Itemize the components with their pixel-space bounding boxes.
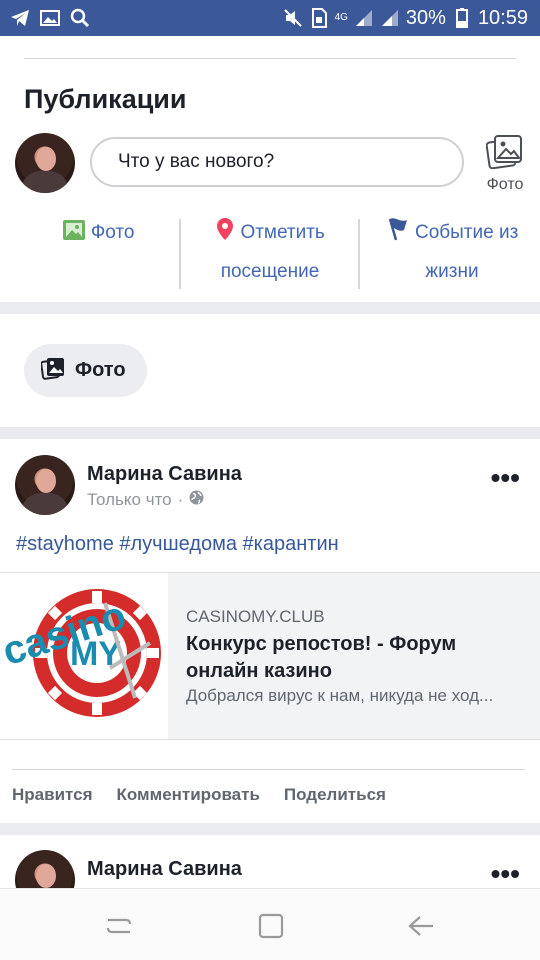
sim-icon: [309, 8, 329, 28]
avatar-face: [36, 864, 56, 888]
divider: [358, 219, 360, 289]
image-icon: [40, 8, 60, 28]
link-description: Добрался вирус к нам, никуда не ход...: [186, 686, 494, 705]
post-time[interactable]: Только что: [87, 490, 172, 510]
photo-upload-button[interactable]: Фото: [480, 133, 530, 194]
more-options-icon[interactable]: •••: [491, 462, 520, 494]
action-life-event-label-1: Событие из: [414, 222, 519, 243]
section-gap: [0, 427, 540, 439]
action-photo[interactable]: Фото: [48, 215, 148, 254]
avatar-face: [36, 469, 56, 493]
link-domain: CASINOMY.CLUB: [186, 607, 325, 626]
battery-icon: [452, 8, 472, 28]
post-author[interactable]: Марина Савина: [87, 463, 242, 486]
status-bar: 4G 30% 10:59: [0, 0, 540, 36]
composer-input[interactable]: Что у вас нового?: [90, 137, 464, 187]
casino-logo-image: MY casino: [0, 573, 168, 739]
photo-upload-label: Фото: [486, 176, 524, 193]
photo-chip[interactable]: Фото: [24, 344, 147, 397]
meta-separator: ·: [177, 490, 184, 509]
flag-icon: [386, 217, 410, 254]
divider: [24, 58, 516, 59]
home-icon[interactable]: [256, 911, 286, 941]
search-icon: [70, 8, 90, 28]
action-checkin-label-2: посещение: [220, 261, 320, 282]
globe-icon: [189, 490, 204, 510]
post-meta: Только что ·: [87, 490, 204, 510]
comment-button[interactable]: Комментировать: [117, 785, 260, 805]
photo-icon: [485, 135, 524, 173]
photo-icon: [40, 356, 65, 386]
mute-icon: [283, 8, 303, 28]
photo-icon: [62, 218, 86, 254]
link-preview-card[interactable]: MY casino CASINOMY.CLUB Конкурс репостов…: [0, 572, 540, 740]
post-text: #stayhome #лучшедома #карантин: [16, 533, 339, 555]
status-right-icons: 4G 30% 10:59: [283, 5, 528, 31]
section-gap: [0, 302, 540, 314]
divider: [179, 219, 181, 289]
like-button[interactable]: Нравится: [12, 785, 93, 805]
signal-icon-2: [380, 8, 400, 28]
avatar-scarf: [21, 171, 69, 193]
avatar[interactable]: [15, 133, 75, 193]
action-checkin[interactable]: Отметить посещение: [190, 215, 350, 290]
avatar-scarf: [21, 493, 69, 515]
back-icon[interactable]: [406, 911, 436, 941]
battery-percent: 30%: [405, 7, 446, 29]
network-type: 4G: [334, 12, 348, 23]
link-title: Конкурс репостов! - Форум онлайн казино: [186, 633, 457, 682]
avatar[interactable]: [15, 455, 75, 515]
divider: [12, 769, 525, 770]
signal-icon: [354, 8, 374, 28]
recent-apps-icon[interactable]: [104, 911, 134, 941]
post-actions: Нравится Комментировать Поделиться: [12, 785, 386, 805]
action-life-event-label-2: жизни: [425, 261, 479, 282]
navigation-bar: [0, 888, 540, 960]
location-pin-icon: [215, 217, 235, 254]
action-checkin-label-1: Отметить: [240, 222, 325, 243]
clock: 10:59: [477, 7, 528, 29]
status-left-icons: [10, 8, 90, 28]
facebook-profile-screen: 4G 30% 10:59 Публикации Что у вас нового…: [0, 0, 540, 960]
action-photo-label: Фото: [90, 222, 135, 243]
share-button[interactable]: Поделиться: [284, 785, 386, 805]
section-gap: [0, 823, 540, 835]
more-options-icon[interactable]: •••: [491, 858, 520, 890]
telegram-icon: [10, 8, 30, 28]
post-author[interactable]: Марина Савина: [87, 858, 242, 881]
action-life-event[interactable]: Событие из жизни: [372, 215, 532, 290]
section-title: Публикации: [24, 84, 187, 114]
avatar-face: [36, 147, 56, 171]
photo-chip-label: Фото: [75, 359, 126, 381]
composer-actions: Фото Отметить посещение Событие из жизни: [0, 215, 540, 293]
